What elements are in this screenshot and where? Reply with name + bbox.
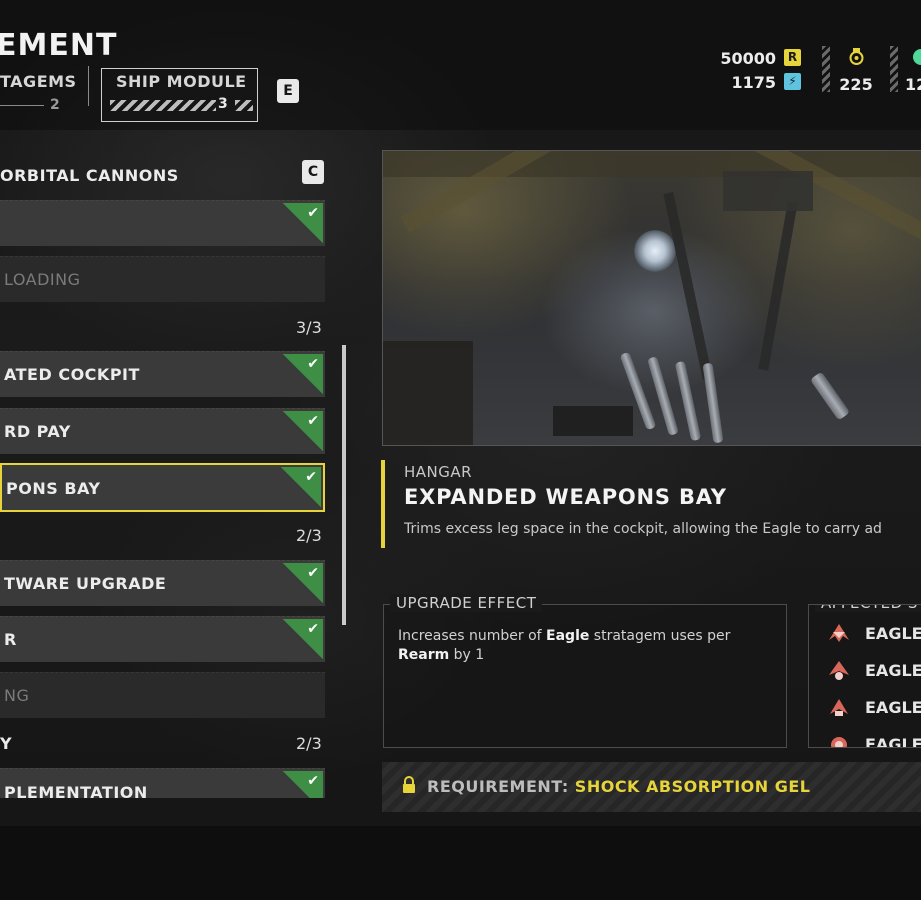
medals-value: 225 <box>839 75 873 94</box>
medal-icon <box>848 47 865 66</box>
list-item-label: PLEMENTATION <box>4 783 148 798</box>
section-title: ORBITAL CANNONS <box>0 166 179 185</box>
checkmark-icon: ✔ <box>283 354 323 394</box>
list-item[interactable]: NG <box>0 672 325 718</box>
samples-icon: ⚡ <box>784 73 801 90</box>
tab-stratagems[interactable]: TAGEMS 2 <box>0 66 92 122</box>
eagle-napalm-icon <box>831 737 847 747</box>
page-title: EMENT <box>0 28 118 63</box>
list-item[interactable]: RD PAY ✔ <box>0 408 325 454</box>
checkmark-icon: ✔ <box>283 619 323 659</box>
section-key-badge[interactable]: C <box>302 160 324 184</box>
affected-stratagem-item[interactable]: EAGLE <box>827 622 921 646</box>
affected-stratagem-label: EAGLE <box>865 698 921 717</box>
tab-progress-hatch <box>235 100 253 111</box>
list-item-label: PONS BAY <box>6 479 101 498</box>
affected-stratagem-item[interactable]: EAGLE <box>827 659 921 683</box>
affected-stratagems-label: AFFECTED S <box>815 605 921 612</box>
list-item-label: NG <box>4 686 30 705</box>
requirement-text: REQUIREMENT: SHOCK ABSORPTION GEL <box>427 777 811 796</box>
lock-icon <box>403 776 415 793</box>
affected-stratagem-label: EAGLE <box>865 661 921 680</box>
checkmark-icon: ✔ <box>283 771 323 798</box>
list-item[interactable]: ✔ <box>0 200 325 246</box>
checkmark-icon: ✔ <box>283 203 323 243</box>
list-item[interactable]: R ✔ <box>0 616 325 662</box>
currency-separator <box>890 46 898 92</box>
list-item-label: R <box>4 630 17 649</box>
tab-ship-module-label: SHIP MODULE <box>116 72 247 91</box>
requisition-icon: R <box>784 49 801 66</box>
upgrade-category: HANGAR <box>404 463 473 481</box>
affected-stratagem-label: EAGLE <box>865 624 921 643</box>
super-credits-value: 12 <box>905 75 921 94</box>
detail-accent-bar <box>381 460 385 548</box>
tier-count: 3/3 <box>296 318 322 337</box>
checkmark-icon: ✔ <box>283 563 323 603</box>
upgrade-title: EXPANDED WEAPONS BAY <box>404 485 727 509</box>
tab-stratagems-count: 2 <box>50 97 61 113</box>
next-tab-key-badge[interactable]: E <box>277 79 299 103</box>
tier-count: 2/3 <box>296 526 322 545</box>
requisition-value: 50000 <box>720 49 776 68</box>
tab-stratagems-label: TAGEMS <box>0 72 77 91</box>
checkmark-icon: ✔ <box>283 411 323 451</box>
tab-ship-module[interactable]: SHIP MODULE 3 <box>101 68 258 122</box>
list-item[interactable]: PLEMENTATION ✔ <box>0 768 325 798</box>
upgrade-effect-text: Increases number of Eagle stratagem uses… <box>398 628 731 663</box>
upgrade-description: Trims excess leg space in the cockpit, a… <box>404 521 882 537</box>
hangar-preview-image <box>382 150 921 446</box>
requirement-bar: REQUIREMENT: SHOCK ABSORPTION GEL <box>382 762 921 812</box>
affected-stratagem-item[interactable]: EAGLE <box>827 696 921 720</box>
footer-bar <box>0 826 921 900</box>
upgrade-effect-panel: UPGRADE EFFECT Increases number of Eagle… <box>383 594 787 748</box>
list-item-label: TWARE UPGRADE <box>4 574 167 593</box>
tab-progress-hatch <box>110 100 216 111</box>
affected-stratagem-label: EAGLE <box>865 735 921 748</box>
list-scrollbar[interactable] <box>342 345 346 625</box>
list-item[interactable]: ATED COCKPIT ✔ <box>0 351 325 397</box>
tab-divider <box>88 66 89 106</box>
list-item-selected[interactable]: PONS BAY ✔ <box>0 463 325 512</box>
list-item-label: RD PAY <box>4 422 71 441</box>
samples-value: 1175 <box>731 73 776 92</box>
eagle-strike-icon <box>829 624 849 642</box>
list-item-label: LOADING <box>4 270 81 289</box>
tab-ship-module-count: 3 <box>218 96 229 112</box>
affected-stratagem-item[interactable]: EAGLE <box>827 733 921 748</box>
list-item[interactable]: TWARE UPGRADE ✔ <box>0 560 325 606</box>
eagle-airstrike-icon <box>829 661 849 680</box>
currency-separator <box>822 46 830 92</box>
upgrade-effect-label: UPGRADE EFFECT <box>390 594 543 612</box>
checkmark-icon: ✔ <box>281 467 321 507</box>
eagle-cluster-bomb-icon <box>830 699 848 716</box>
list-item[interactable]: LOADING <box>0 256 325 302</box>
list-item-label: ATED COCKPIT <box>4 365 140 384</box>
section-subhead: Y <box>0 734 13 753</box>
requirement-value: SHOCK ABSORPTION GEL <box>574 777 811 796</box>
tab-divider <box>0 105 44 106</box>
affected-stratagems-panel: AFFECTED S EAGLE EAGLE EAGLE EAGLE <box>808 604 921 748</box>
tier-count: 2/3 <box>296 734 322 753</box>
